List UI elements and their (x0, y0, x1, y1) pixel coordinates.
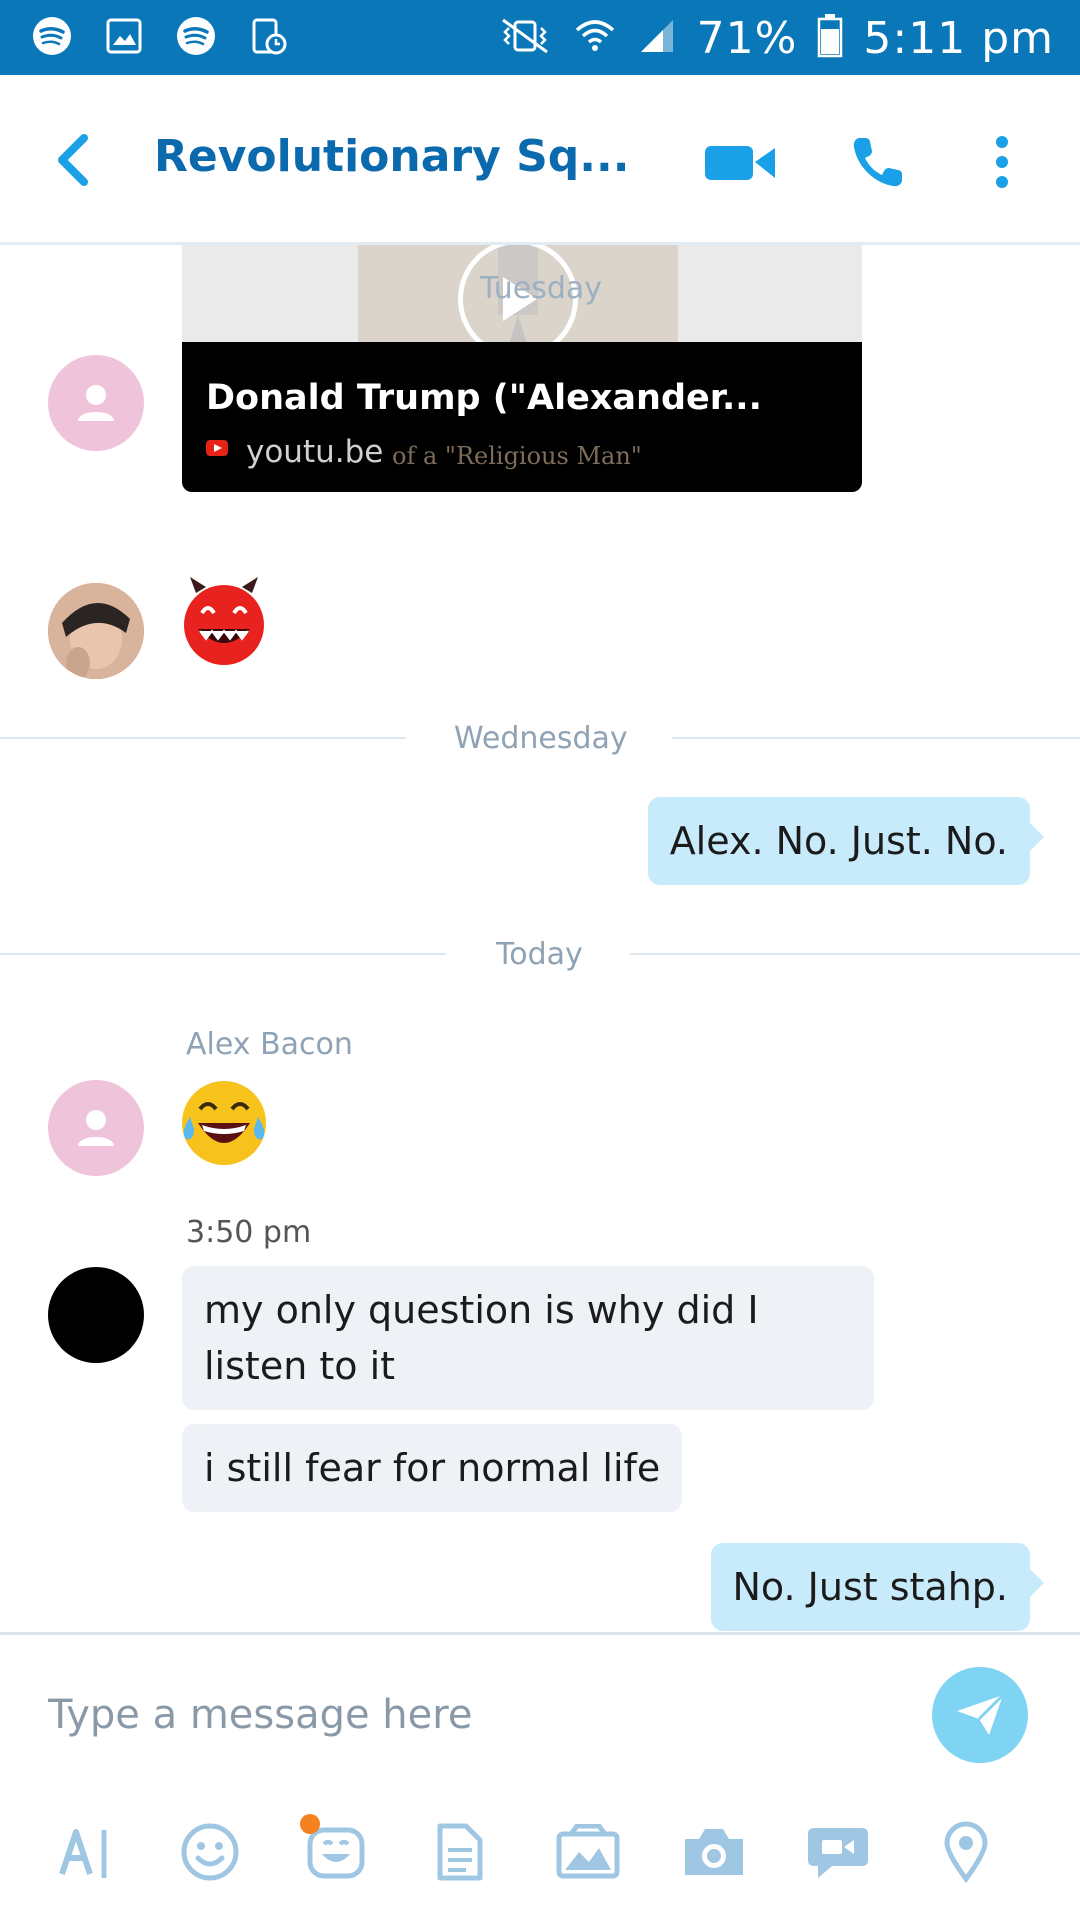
incoming-message[interactable]: i still fear for normal life (182, 1424, 683, 1512)
send-button[interactable] (932, 1667, 1028, 1763)
outgoing-message[interactable]: Alex. No. Just. No. (647, 797, 1045, 885)
media-icon (556, 1824, 620, 1879)
send-icon (957, 1693, 1005, 1735)
day-divider-wednesday: Wednesday (454, 721, 628, 756)
video-camera-icon (705, 146, 775, 180)
sender-name: Alex Bacon (186, 1027, 353, 1062)
vibrate-icon (497, 16, 553, 60)
notification-dot (300, 1814, 320, 1834)
more-options-button[interactable] (980, 127, 1024, 197)
incoming-message[interactable]: my only question is why did I listen to … (182, 1266, 874, 1410)
send-media-button[interactable] (548, 1812, 628, 1892)
video-message-button[interactable] (798, 1812, 878, 1892)
emoticon-icon (181, 1823, 239, 1881)
thumbnail-caption: of a "Religious Man" (392, 442, 642, 470)
video-call-button[interactable] (704, 127, 778, 197)
clock: 5:11 pm (863, 12, 1054, 64)
screen-record-icon (246, 14, 290, 58)
battery-percent: 71% (696, 12, 798, 64)
devil-emoji[interactable] (176, 573, 272, 669)
camera-button[interactable] (674, 1812, 754, 1892)
person-icon (78, 385, 114, 421)
avatar[interactable] (48, 1267, 144, 1363)
more-vertical-icon (996, 136, 1008, 188)
gallery-icon (102, 14, 146, 58)
battery-icon (817, 14, 843, 62)
message-list[interactable]: Tuesday of a "Religious Man" Donald Trum… (0, 245, 1080, 1635)
audio-call-button[interactable] (846, 127, 910, 197)
message-time: 3:50 pm (186, 1215, 312, 1250)
conversation-title[interactable]: Revolutionary Sq... (154, 131, 629, 182)
spotify-icon (174, 14, 218, 58)
avatar-photo[interactable] (48, 583, 144, 679)
status-bar: 71% 5:11 pm (0, 0, 1080, 75)
divider-line (0, 953, 446, 955)
link-preview-card[interactable]: Tuesday of a "Religious Man" Donald Trum… (182, 245, 862, 492)
wifi-icon (573, 14, 617, 62)
divider-line (0, 737, 406, 739)
text-format-button[interactable] (46, 1812, 126, 1892)
text-format-icon (59, 1829, 107, 1878)
laughing-tears-emoji[interactable] (178, 1077, 270, 1169)
signal-icon (637, 16, 677, 60)
camera-icon (685, 1829, 743, 1875)
day-divider-today: Today (496, 937, 583, 972)
message-input[interactable] (48, 1685, 908, 1745)
link-domain: youtu.be (246, 434, 384, 470)
location-button[interactable] (926, 1812, 1006, 1892)
link-title[interactable]: Donald Trump ("Alexander... (206, 378, 762, 418)
link-info-panel: of a "Religious Man" Donald Trump ("Alex… (182, 342, 862, 492)
send-file-button[interactable] (420, 1812, 500, 1892)
avatar[interactable] (48, 1080, 144, 1176)
back-button[interactable] (42, 125, 102, 195)
emoticon-button[interactable] (170, 1812, 250, 1892)
phone-icon (853, 138, 902, 187)
file-icon (437, 1823, 483, 1881)
spotify-icon (30, 14, 74, 58)
youtube-icon (206, 440, 228, 456)
video-message-icon (808, 1828, 868, 1878)
notification-icons (30, 14, 290, 58)
outgoing-message[interactable]: No. Just stahp. (710, 1543, 1044, 1631)
composer-toolbar (0, 1782, 1080, 1920)
composer (0, 1632, 1080, 1782)
chevron-left-icon (58, 134, 88, 186)
mojis-button[interactable] (296, 1812, 376, 1892)
location-icon (944, 1821, 988, 1883)
divider-line (630, 953, 1080, 955)
person-icon (78, 1110, 114, 1146)
divider-line (672, 737, 1080, 739)
day-divider-tuesday: Tuesday (480, 271, 603, 306)
system-status: 71% 5:11 pm (497, 8, 1054, 68)
chat-header: Revolutionary Sq... (0, 75, 1080, 245)
avatar[interactable] (48, 355, 144, 451)
